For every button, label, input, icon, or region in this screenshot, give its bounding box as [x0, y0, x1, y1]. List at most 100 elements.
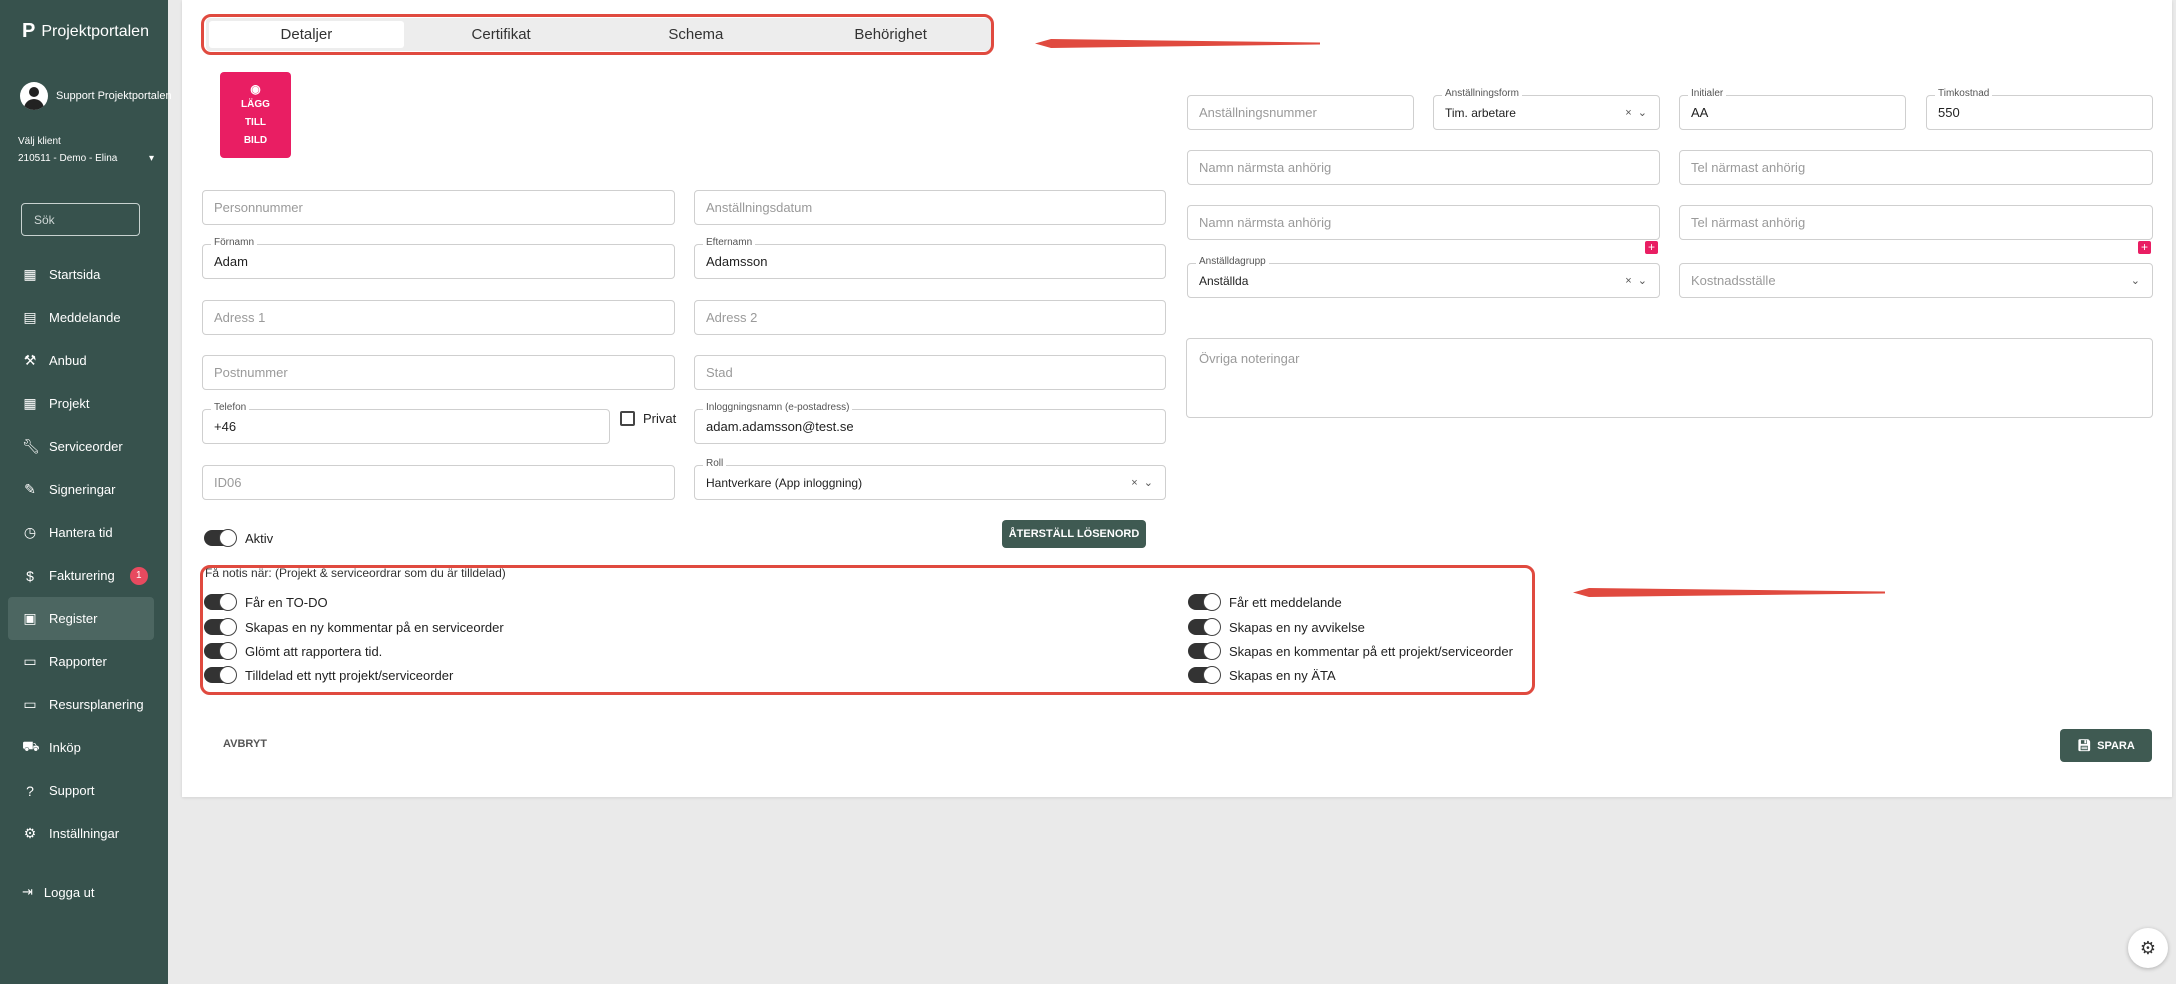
placeholder-text: ID06: [214, 475, 242, 490]
notis-toggle-todo[interactable]: Får en TO-DO: [204, 593, 328, 611]
tab-certifikat[interactable]: Certifikat: [404, 21, 599, 48]
sidebar: P Projektportalen Support Projektportale…: [0, 0, 172, 984]
sidebar-item-anbud[interactable]: ⚒ Anbud: [8, 339, 154, 382]
toggle-label: Aktiv: [245, 530, 274, 546]
sidebar-item-hantera-tid[interactable]: ◷ Hantera tid: [8, 511, 154, 554]
tab-bar: Detaljer Certifikat Schema Behörighet: [206, 18, 991, 51]
anstalldagrupp-select[interactable]: Anställdagrupp Anställda × ⌄: [1187, 256, 1660, 298]
cancel-button[interactable]: AVBRYT: [223, 738, 267, 750]
field-label: Efternamn: [703, 237, 756, 248]
notis-toggle-ata[interactable]: Skapas en ny ÄTA: [1188, 666, 1336, 684]
privat-checkbox[interactable]: Privat: [620, 411, 676, 426]
initialer-field[interactable]: Initialer AA: [1679, 88, 1906, 130]
sidebar-item-label: Inställningar: [49, 826, 120, 841]
anstallningsnummer-field[interactable]: Anställningsnummer: [1187, 95, 1414, 130]
clear-caret-icon[interactable]: × ⌄: [1131, 476, 1153, 489]
save-label: SPARA: [2097, 739, 2135, 752]
sidebar-item-inkop[interactable]: ⛟ Inköp: [8, 726, 154, 769]
avatar-icon: [20, 82, 48, 110]
telefon-field[interactable]: Telefon +46: [202, 402, 610, 444]
sidebar-item-register[interactable]: ▣ Register: [8, 597, 154, 640]
tab-schema[interactable]: Schema: [599, 21, 794, 48]
tel-anhorig-2-field[interactable]: Tel närmast anhörig: [1679, 205, 2153, 240]
user-profile[interactable]: Support Projektportalen: [20, 82, 172, 110]
postnummer-field[interactable]: Postnummer: [202, 355, 675, 390]
reset-password-button[interactable]: ÅTERSTÄLL LÖSENORD: [1002, 520, 1146, 548]
aktiv-toggle[interactable]: Aktiv: [204, 529, 274, 547]
id06-field[interactable]: ID06: [202, 465, 675, 500]
inloggningsnamn-field[interactable]: Inloggningsnamn (e-postadress) adam.adams…: [694, 402, 1166, 444]
settings-fab-gear-icon[interactable]: ⚙: [2128, 928, 2168, 968]
namn-anhorig-field[interactable]: Namn närmsta anhörig: [1187, 150, 1660, 185]
logout-button[interactable]: ⇥ Logga ut: [22, 884, 95, 900]
timkostnad-field[interactable]: Timkostnad 550: [1926, 88, 2153, 130]
toggle-switch: [1188, 666, 1221, 684]
sidebar-item-label: Projekt: [49, 396, 90, 411]
add-tel-anhorig-icon[interactable]: +: [2138, 241, 2151, 254]
save-button[interactable]: 💾︎ SPARA: [2060, 729, 2152, 762]
sidebar-item-label: Register: [49, 611, 98, 626]
sidebar-item-signeringar[interactable]: ✎ Signeringar: [8, 468, 154, 511]
ovriga-noteringar-textarea[interactable]: Övriga noteringar: [1186, 338, 2153, 418]
stad-field[interactable]: Stad: [694, 355, 1166, 390]
notis-toggle-message[interactable]: Får ett meddelande: [1188, 593, 1342, 611]
toggle-label: Tilldelad ett nytt projekt/serviceorder: [245, 667, 454, 683]
search-input[interactable]: Sök: [21, 203, 140, 236]
kostnadsstalle-select[interactable]: Kostnadsställe ⌄: [1679, 263, 2153, 298]
notis-toggle-project-comment[interactable]: Skapas en kommentar på ett projekt/servi…: [1188, 642, 1513, 660]
clear-caret-icon[interactable]: × ⌄: [1625, 106, 1647, 119]
add-picture-line1: LÄGG: [241, 99, 270, 110]
sidebar-item-startsida[interactable]: ▦ Startsida: [8, 253, 154, 296]
placeholder-text: Tel närmast anhörig: [1691, 160, 1806, 175]
sidebar-item-meddelande[interactable]: ▤ Meddelande: [8, 296, 154, 339]
sidebar-item-support[interactable]: ? Support: [8, 769, 154, 812]
fornamn-field[interactable]: Förnamn Adam: [202, 237, 675, 279]
anstallningsform-select[interactable]: Anställningsform Tim. arbetare × ⌄: [1433, 88, 1660, 130]
placeholder-text: Stad: [706, 365, 733, 380]
sidebar-item-serviceorder[interactable]: 🔧︎ Serviceorder: [8, 425, 154, 468]
placeholder-text: Adress 1: [214, 310, 266, 325]
save-icon: 💾︎: [2077, 740, 2092, 752]
notis-toggle-deviation[interactable]: Skapas en ny avvikelse: [1188, 618, 1365, 636]
sidebar-item-label: Resursplanering: [49, 697, 144, 712]
notification-badge: 1: [129, 566, 148, 585]
toggle-switch: [1188, 642, 1221, 660]
placeholder-text: Anställningsnummer: [1199, 105, 1317, 120]
toggle-switch: [1188, 618, 1221, 636]
adress2-field[interactable]: Adress 2: [694, 300, 1166, 335]
placeholder-text: Kostnadsställe: [1691, 273, 1776, 288]
sidebar-item-resursplanering[interactable]: ▭ Resursplanering: [8, 683, 154, 726]
logout-icon: ⇥: [22, 884, 33, 899]
calendar-icon: ▭: [23, 696, 37, 712]
sidebar-item-label: Startsida: [49, 267, 101, 282]
add-picture-line2: TILL: [244, 117, 267, 128]
annotation-arrow-tabs: [1035, 39, 1320, 48]
placeholder-text: Namn närmsta anhörig: [1199, 215, 1332, 230]
adress1-field[interactable]: Adress 1: [202, 300, 675, 335]
checkbox-label: Privat: [643, 411, 677, 426]
namn-anhorig-2-field[interactable]: Namn närmsta anhörig: [1187, 205, 1660, 240]
toggle-switch: [204, 618, 237, 636]
notis-toggle-forgot-time[interactable]: Glömt att rapportera tid.: [204, 642, 382, 660]
notis-toggle-assigned[interactable]: Tilldelad ett nytt projekt/serviceorder: [204, 666, 454, 684]
sidebar-item-fakturering[interactable]: $ Fakturering 1: [8, 554, 154, 597]
add-anhorig-icon[interactable]: +: [1645, 241, 1658, 254]
add-picture-line3: BILD: [243, 135, 268, 146]
personnummer-field[interactable]: Personnummer: [202, 190, 675, 225]
sidebar-item-rapporter[interactable]: ▭ Rapporter: [8, 640, 154, 683]
tab-detaljer[interactable]: Detaljer: [209, 21, 404, 48]
register-icon: ▣: [23, 610, 37, 626]
app-logo[interactable]: P Projektportalen: [22, 20, 149, 43]
sidebar-item-installningar[interactable]: ⚙ Inställningar: [8, 812, 154, 855]
notis-toggle-serviceorder-comment[interactable]: Skapas en ny kommentar på en serviceorde…: [204, 618, 504, 636]
efternamn-field[interactable]: Efternamn Adamsson: [694, 237, 1166, 279]
dollar-icon: $: [26, 567, 34, 584]
anstallningsdatum-field[interactable]: Anställningsdatum: [694, 190, 1166, 225]
tab-behorighet[interactable]: Behörighet: [793, 21, 988, 48]
roll-select[interactable]: Roll Hantverkare (App inloggning) × ⌄: [694, 458, 1166, 500]
client-select[interactable]: 210511 - Demo - Elina ▾: [18, 153, 154, 164]
sidebar-item-projekt[interactable]: ▦ Projekt: [8, 382, 154, 425]
tel-anhorig-field[interactable]: Tel närmast anhörig: [1679, 150, 2153, 185]
clear-caret-icon[interactable]: × ⌄: [1625, 274, 1647, 287]
add-picture-button[interactable]: ◉ LÄGG TILL BILD: [220, 72, 291, 158]
